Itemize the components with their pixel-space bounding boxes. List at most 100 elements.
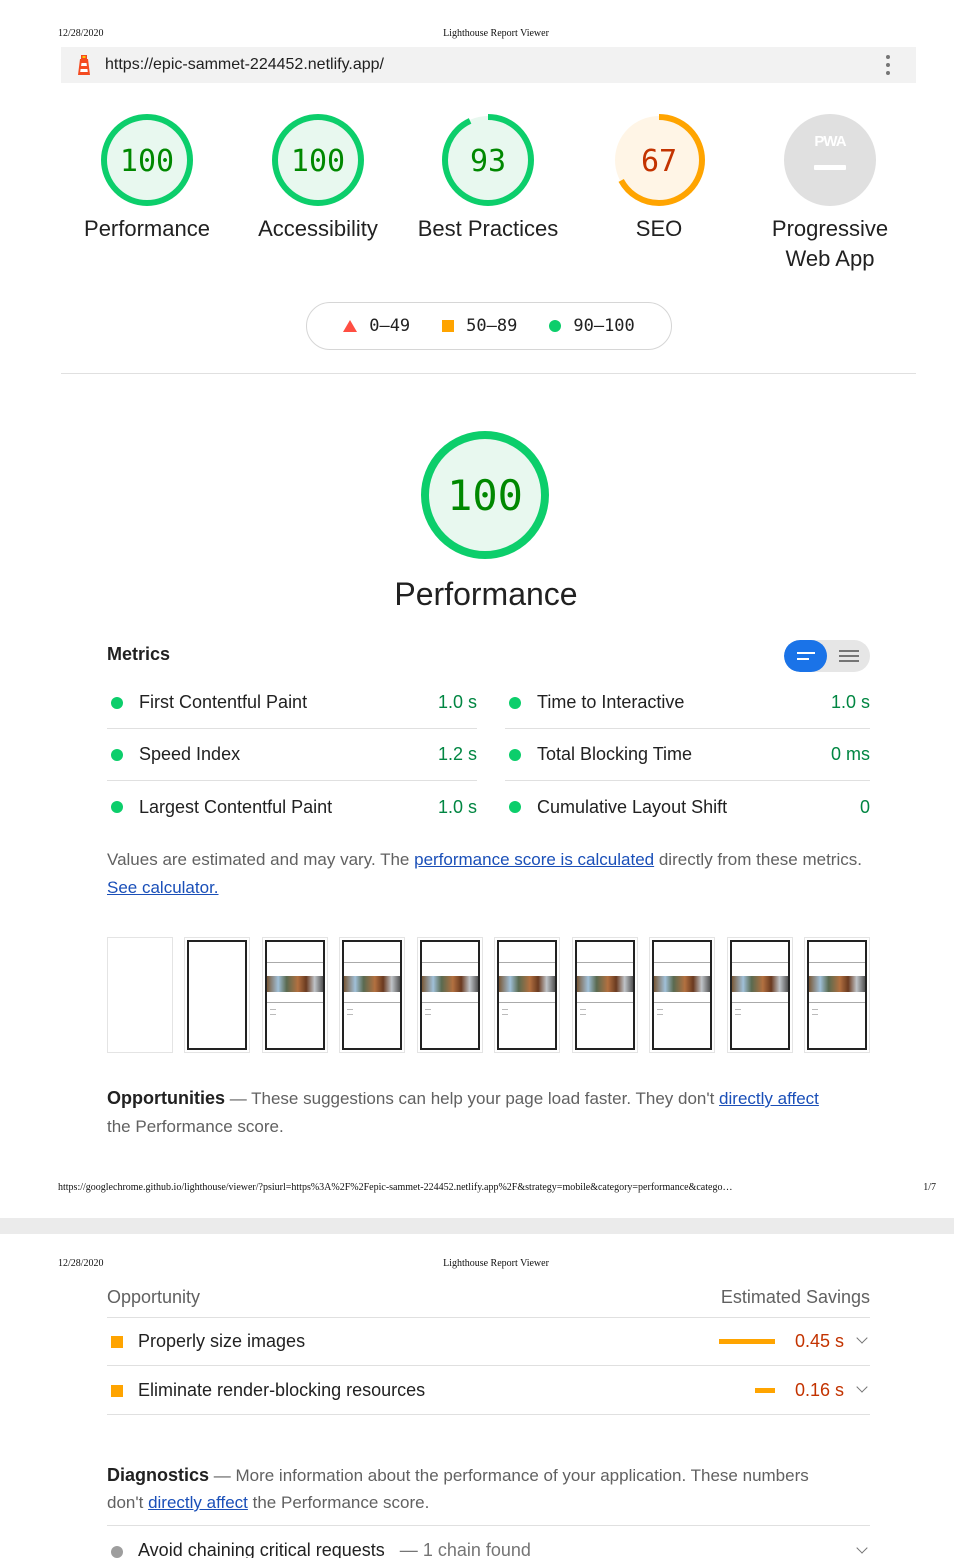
gauge-seo-ring: 67 [613, 114, 705, 206]
gauge-best-practices-label: Best Practices [417, 216, 559, 241]
metric-label: Speed Index [139, 744, 241, 764]
filmstrip [107, 937, 870, 1053]
gauge-seo-score: 67 [641, 144, 677, 179]
gauge-performance-score: 100 [120, 144, 174, 179]
gauge-best-practices[interactable]: 93 Best Practices [403, 112, 573, 244]
metric-cumulative-layout-shift: Cumulative Layout Shift 0 [505, 781, 870, 833]
metric-label: First Contentful Paint [139, 692, 308, 712]
metric-time-to-interactive: Time to Interactive 1.0 s [505, 677, 870, 729]
print-title: Lighthouse Report Viewer [443, 28, 549, 39]
opportunity-label: Eliminate render-blocking resources [138, 1380, 426, 1400]
opportunities-heading: Opportunities [107, 1088, 225, 1108]
metric-value: 1.0 s [437, 692, 477, 712]
print-footer-url: https://googlechrome.github.io/lighthous… [58, 1182, 733, 1193]
filmstrip-frame [494, 937, 561, 1053]
diagnostic-critical-request-chains[interactable]: Avoid chaining critical requests — 1 cha… [107, 1534, 870, 1558]
metrics-note: Values are estimated and may vary. The p… [107, 846, 887, 902]
lighthouse-logo-icon [78, 55, 90, 75]
opportunity-properly-size-images[interactable]: Properly size images 0.45 s [107, 1318, 870, 1366]
metric-first-contentful-paint: First Contentful Paint 1.0 s [107, 677, 477, 729]
compact-view-icon[interactable] [784, 640, 827, 672]
filmstrip-frame [184, 937, 251, 1053]
metric-value: 1.0 s [830, 692, 870, 712]
diagnostics-divider [107, 1525, 870, 1526]
see-calculator-link[interactable]: See calculator. [107, 878, 219, 897]
metric-total-blocking-time: Total Blocking Time 0 ms [505, 729, 870, 781]
gauge-pwa-label-line2: Web App [785, 246, 875, 271]
pass-circle-icon [509, 748, 521, 761]
metric-speed-index: Speed Index 1.2 s [107, 729, 477, 781]
diagnostics-tail: the Performance score. [247, 1493, 430, 1512]
legend-average: 50–89 [442, 316, 517, 336]
metric-value: 0 ms [830, 744, 870, 764]
print-title: Lighthouse Report Viewer [443, 1258, 549, 1269]
opportunity-eliminate-render-blocking[interactable]: Eliminate render-blocking resources 0.16… [107, 1367, 870, 1415]
directly-affect-link[interactable]: directly affect [148, 1493, 248, 1512]
print-page-2: 12/28/2020 Lighthouse Report Viewer Oppo… [18, 1234, 954, 1558]
category-gauges: 100 Performance 100 Accessibility 93 Bes… [18, 112, 954, 282]
fail-triangle-icon [343, 320, 358, 332]
diagnostic-detail: 1 chain found [422, 1540, 531, 1558]
score-calculated-link[interactable]: performance score is calculated [414, 850, 654, 869]
chevron-down-icon[interactable] [856, 1542, 868, 1554]
filmstrip-frame [261, 937, 328, 1053]
gauge-accessibility[interactable]: 100 Accessibility [233, 112, 403, 244]
pass-circle-icon [111, 801, 123, 813]
legend-fail: 0–49 [343, 316, 410, 336]
chevron-down-icon[interactable] [856, 1332, 868, 1344]
pwa-badge-text: PWA [814, 133, 846, 150]
metrics-view-toggle[interactable] [784, 640, 870, 672]
average-square-icon [111, 1385, 123, 1397]
diagnostics-intro: Diagnostics — More information about the… [107, 1462, 847, 1516]
diagnostics-heading: Diagnostics [107, 1465, 210, 1485]
report-toolbar: https://epic-sammet-224452.netlify.app/ [61, 47, 916, 83]
legend-fail-label: 0–49 [369, 316, 411, 336]
legend-pass: 90–100 [549, 316, 635, 336]
diagnostic-label: Avoid chaining critical requests — 1 cha… [138, 1540, 531, 1558]
savings-value: 0.16 s [794, 1380, 844, 1400]
gauge-pwa-label-line1: Progressive [771, 216, 889, 241]
savings-bar [719, 1339, 775, 1344]
note-text-mid: directly from these metrics. [654, 850, 862, 869]
filmstrip-frame [339, 937, 406, 1053]
section-divider [61, 373, 916, 374]
legend-pass-label: 90–100 [573, 316, 635, 336]
opportunities-tail: the Performance score. [107, 1117, 284, 1136]
diagnostic-separator: — [394, 1540, 423, 1558]
diagnostic-title: Avoid chaining critical requests [138, 1540, 385, 1558]
report-url[interactable]: https://epic-sammet-224452.netlify.app/ [105, 56, 878, 74]
gauge-best-practices-score: 93 [470, 144, 506, 179]
metric-label: Time to Interactive [537, 692, 685, 712]
print-footer: https://googlechrome.github.io/lighthous… [58, 1182, 936, 1193]
print-page-number: 1/7 [923, 1182, 936, 1193]
gauge-pwa[interactable]: PWA Progressive Web App [745, 112, 915, 274]
metric-label: Largest Contentful Paint [139, 796, 333, 817]
legend-average-label: 50–89 [466, 316, 518, 336]
pass-circle-icon [111, 696, 123, 709]
metrics-heading: Metrics [107, 644, 171, 664]
savings-value: 0.45 s [794, 1331, 844, 1351]
filmstrip-frame [571, 937, 638, 1053]
print-header: 12/28/2020 Lighthouse Report Viewer [58, 1258, 934, 1272]
filmstrip-frame [803, 937, 870, 1053]
average-square-icon [111, 1336, 123, 1348]
metric-value: 1.0 s [437, 796, 477, 817]
directly-affect-link[interactable]: directly affect [719, 1089, 819, 1108]
performance-main-score: 100 [447, 471, 523, 520]
gauge-performance[interactable]: 100 Performance [62, 112, 232, 244]
performance-main-gauge: 100 [418, 428, 558, 567]
chevron-down-icon[interactable] [856, 1381, 868, 1393]
expanded-view-icon[interactable] [827, 640, 870, 672]
score-scale-legend: 0–49 50–89 90–100 [306, 302, 672, 350]
gauge-performance-label: Performance [84, 216, 210, 241]
metric-value: 0 [859, 796, 870, 817]
savings-bar [755, 1388, 775, 1393]
filmstrip-frame [649, 937, 716, 1053]
gauge-accessibility-label: Accessibility [258, 216, 378, 241]
metric-value: 1.2 s [437, 744, 477, 764]
pass-circle-icon [111, 748, 123, 761]
filmstrip-frame [416, 937, 483, 1053]
gauge-seo[interactable]: 67 SEO [574, 112, 744, 244]
metric-label: Total Blocking Time [537, 744, 693, 764]
more-vert-icon[interactable] [878, 53, 898, 77]
